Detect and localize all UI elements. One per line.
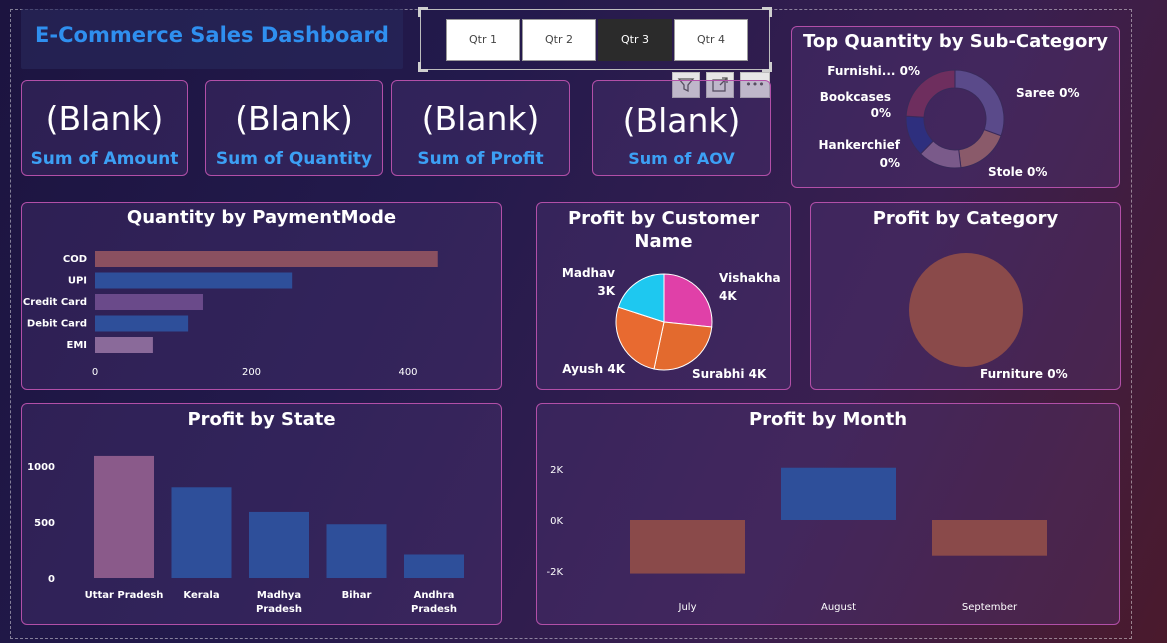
data-label: Vishakha xyxy=(719,271,781,285)
kpi-card-aov: (Blank) Sum of AOV xyxy=(592,80,771,176)
axis-tick-label: July xyxy=(678,602,697,613)
data-label: Madhav xyxy=(562,266,615,280)
axis-tick-label: September xyxy=(962,602,1018,613)
bar xyxy=(781,467,896,520)
paymentmode-bar-chart: COD UPI Credit Card Debit Card EMI 0 200 400 xyxy=(23,251,438,378)
axis-tick-label: 200 xyxy=(242,367,261,378)
data-label: Stole 0% xyxy=(988,165,1047,179)
month-bar-chart: 2K 0K -2K July August September xyxy=(546,465,1047,613)
bar xyxy=(94,455,154,578)
axis-tick-label: -2K xyxy=(546,567,563,578)
bar xyxy=(932,520,1047,556)
bar xyxy=(630,520,745,574)
kpi-label: Sum of AOV xyxy=(628,149,735,168)
category-pie-chart: Furniture 0% xyxy=(909,253,1068,381)
data-label: Bookcases xyxy=(820,90,891,104)
axis-tick-label: Pradesh xyxy=(256,604,302,615)
axis-tick-label: 0 xyxy=(48,574,55,585)
kpi-value: (Blank) xyxy=(622,101,741,140)
kpi-value: (Blank) xyxy=(235,99,353,138)
axis-tick-label: Bihar xyxy=(342,590,372,601)
axis-tick-label: 2K xyxy=(550,465,563,476)
kpi-value: (Blank) xyxy=(421,99,540,138)
quarter-slicer[interactable]: Qtr 1 Qtr 2 Qtr 3 Qtr 4 xyxy=(418,7,772,72)
axis-tick-label: Madhya xyxy=(257,590,301,601)
kpi-label: Sum of Amount xyxy=(30,149,179,169)
data-label: Surabhi 4K xyxy=(692,367,767,381)
data-label: Hankerchief xyxy=(818,138,900,152)
customer-chart-card[interactable]: Profit by Customer Name Vishakha 4K Surabh… xyxy=(536,202,791,390)
state-chart-card[interactable]: Profit by State 0 500 1000 Uttar Pradesh Ker… xyxy=(21,403,502,625)
axis-tick-label: 0K xyxy=(550,516,563,527)
axis-tick-label: Credit Card xyxy=(23,297,87,308)
data-label: 4K xyxy=(719,289,737,303)
axis-tick-label: 1000 xyxy=(27,462,55,473)
dashboard-title-box: E-Commerce Sales Dashboard xyxy=(21,9,403,69)
axis-tick-label: 500 xyxy=(34,518,55,529)
axis-tick-label: Pradesh xyxy=(411,604,457,615)
data-label: 0% xyxy=(880,156,900,170)
kpi-card-profit: (Blank) Sum of Profit xyxy=(391,80,570,176)
slicer-option-qtr3[interactable]: Qtr 3 xyxy=(598,19,672,61)
kpi-label: Sum of Quantity xyxy=(215,149,373,169)
data-label: Furnishi... 0% xyxy=(827,64,920,78)
donut-slice xyxy=(954,69,1005,137)
resize-handle[interactable] xyxy=(762,62,772,72)
bar xyxy=(171,487,232,578)
data-label: Furniture 0% xyxy=(980,367,1068,381)
donut-slice xyxy=(958,128,1002,169)
slicer-option-qtr1[interactable]: Qtr 1 xyxy=(446,19,520,61)
paymentmode-chart-card[interactable]: Quantity by PaymentMode COD UPI Credit Car… xyxy=(21,202,502,390)
data-label: Saree 0% xyxy=(1016,86,1080,100)
category-chart-card[interactable]: Profit by Category Furniture 0% xyxy=(810,202,1121,390)
axis-tick-label: Andhra xyxy=(414,590,455,601)
axis-tick-label: August xyxy=(821,602,856,613)
resize-handle[interactable] xyxy=(418,62,428,72)
axis-tick-label: UPI xyxy=(68,276,87,287)
resize-handle[interactable] xyxy=(762,7,772,17)
axis-tick-label: Kerala xyxy=(183,590,219,601)
subcategory-donut: Saree 0% Stole 0% Hankerchief 0% Bookcases 0%… xyxy=(818,64,1080,179)
bar xyxy=(249,511,309,578)
axis-tick-label: EMI xyxy=(66,340,87,351)
kpi-card-amount: (Blank) Sum of Amount xyxy=(21,80,188,176)
bar xyxy=(326,524,387,578)
bar xyxy=(404,554,464,578)
axis-tick-label: Debit Card xyxy=(27,319,87,330)
data-label: 3K xyxy=(597,284,615,298)
kpi-label: Sum of Profit xyxy=(417,149,544,169)
subcategory-chart-card[interactable]: Top Quantity by Sub-Category Saree 0% Sto… xyxy=(791,26,1120,188)
resize-handle[interactable] xyxy=(418,7,428,17)
axis-tick-label: Uttar Pradesh xyxy=(85,590,164,601)
slicer-option-qtr2[interactable]: Qtr 2 xyxy=(522,19,596,61)
bar xyxy=(95,272,293,289)
data-label: Ayush 4K xyxy=(562,362,625,376)
slicer-option-qtr4[interactable]: Qtr 4 xyxy=(674,19,748,61)
customer-pie-chart: Vishakha 4K Surabhi 4K Ayush 4K Madhav 3K xyxy=(562,266,781,381)
axis-tick-label: COD xyxy=(63,254,87,265)
bar xyxy=(95,294,203,310)
month-chart-card[interactable]: Profit by Month 2K 0K -2K July August Septemb… xyxy=(536,403,1120,625)
bar xyxy=(95,251,438,267)
bar xyxy=(95,315,189,332)
pie-slice xyxy=(909,253,1023,367)
bar xyxy=(95,337,153,353)
data-label: 0% xyxy=(871,106,891,120)
axis-tick-label: 400 xyxy=(398,367,417,378)
dashboard-title: E-Commerce Sales Dashboard xyxy=(35,23,389,47)
kpi-card-quantity: (Blank) Sum of Quantity xyxy=(205,80,383,176)
pie-slice xyxy=(663,273,713,328)
state-bar-chart: 0 500 1000 Uttar Pradesh Kerala Madhya Pradesh… xyxy=(27,455,464,615)
kpi-value: (Blank) xyxy=(45,99,164,138)
axis-tick-label: 0 xyxy=(92,367,98,378)
